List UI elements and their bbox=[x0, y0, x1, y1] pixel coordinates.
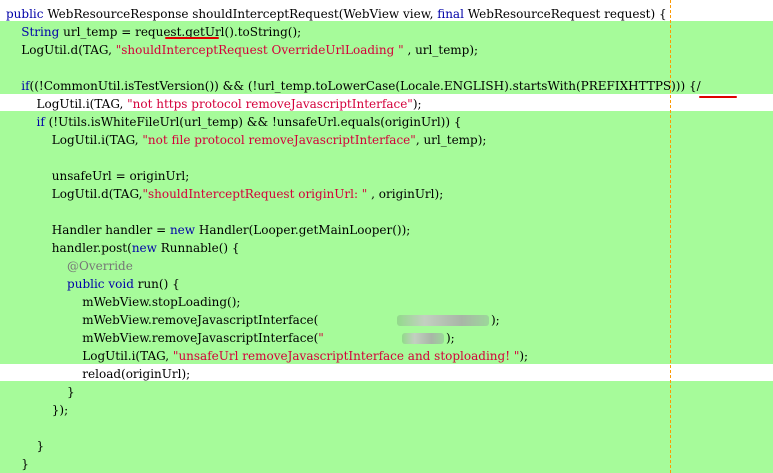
code-line[interactable]: LogUtil.i(TAG, "not https protocol remov… bbox=[6, 95, 422, 113]
code-line[interactable]: } bbox=[6, 383, 75, 401]
red-underline-request bbox=[165, 37, 219, 39]
code-line[interactable]: if (!Utils.isWhiteFileUrl(url_temp) && !… bbox=[6, 113, 462, 131]
code-line[interactable]: } bbox=[6, 437, 45, 455]
code-line[interactable]: mWebView.stopLoading(); bbox=[6, 293, 240, 311]
code-line[interactable]: @Override bbox=[6, 257, 133, 275]
code-line[interactable]: handler.post(new Runnable() { bbox=[6, 239, 240, 257]
redacted-interface-name-2 bbox=[402, 333, 444, 344]
red-underline-https bbox=[699, 96, 737, 98]
line-19-tail: ); bbox=[446, 331, 455, 345]
code-line[interactable]: mWebView.removeJavascriptInterface( bbox=[6, 311, 318, 329]
code-line[interactable]: LogUtil.i(TAG, "not file protocol remove… bbox=[6, 131, 487, 149]
code-line[interactable]: LogUtil.d(TAG,"shouldInterceptRequest or… bbox=[6, 185, 443, 203]
code-line[interactable]: LogUtil.i(TAG, "unsafeUrl removeJavascri… bbox=[6, 347, 528, 365]
code-line[interactable]: reload(originUrl); bbox=[6, 365, 190, 383]
line-18-tail: ); bbox=[491, 313, 500, 327]
code-line[interactable]: String url_temp = request.getUrl().toStr… bbox=[6, 23, 301, 41]
code-line[interactable]: mWebView.removeJavascriptInterface(" bbox=[6, 329, 324, 347]
code-line[interactable]: if((!CommonUtil.isTestVersion()) && (!ur… bbox=[6, 77, 700, 95]
code-line[interactable]: unsafeUrl = originUrl; bbox=[6, 167, 189, 185]
code-line[interactable]: public WebResourceResponse shouldInterce… bbox=[6, 5, 667, 23]
code-line[interactable]: Handler handler = new Handler(Looper.get… bbox=[6, 221, 411, 239]
code-line[interactable]: } bbox=[6, 455, 29, 473]
code-line[interactable]: public void run() { bbox=[6, 275, 180, 293]
redacted-interface-name-1 bbox=[397, 315, 489, 326]
code-editor[interactable]: public WebResourceResponse shouldInterce… bbox=[0, 0, 773, 473]
print-margin-guide bbox=[670, 0, 671, 473]
code-line[interactable]: }); bbox=[6, 401, 68, 419]
code-line[interactable]: LogUtil.d(TAG, "shouldInterceptRequest O… bbox=[6, 41, 478, 59]
